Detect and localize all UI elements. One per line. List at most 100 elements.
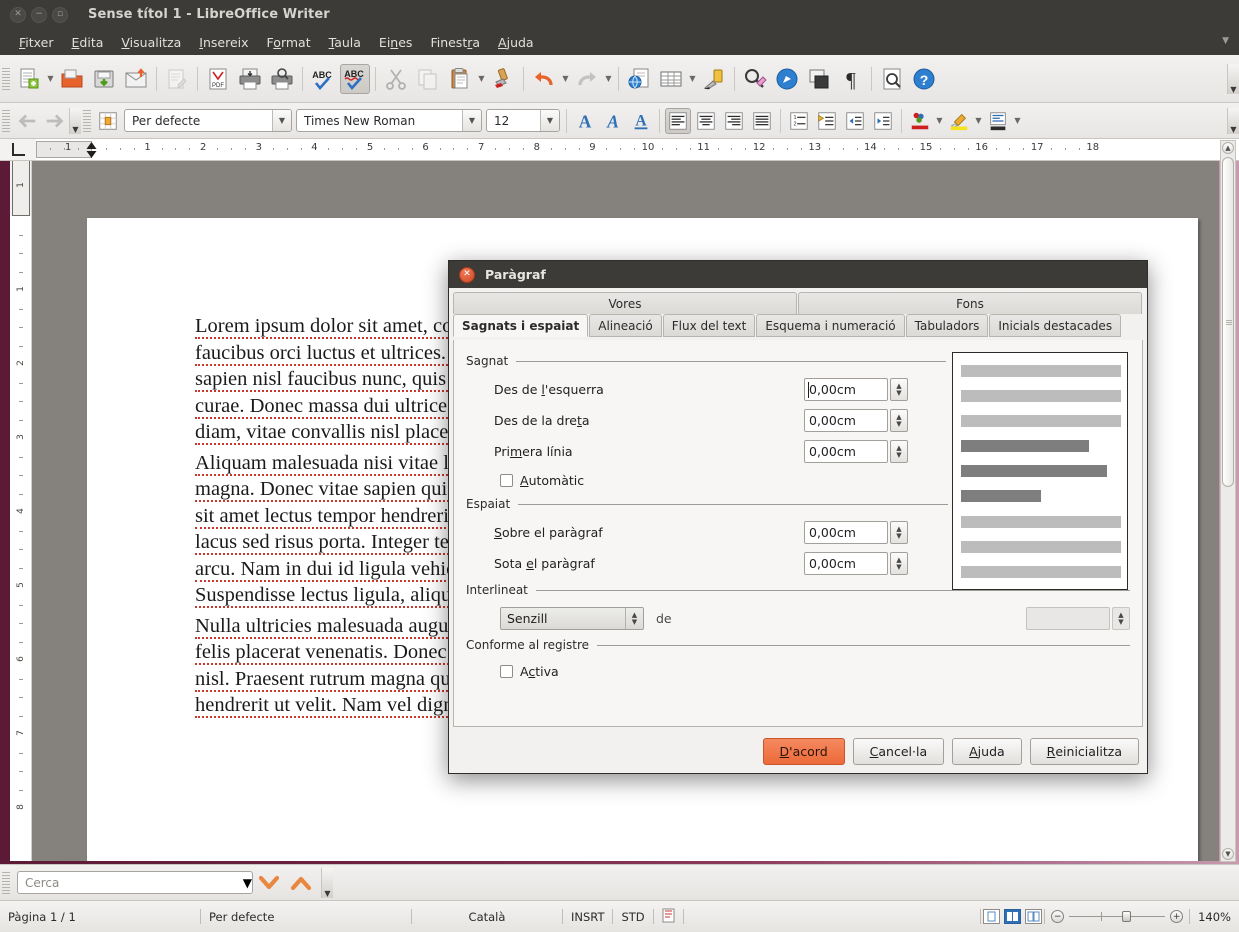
formatting-toolbar-overflow-icon[interactable]: ▼ (1227, 107, 1239, 134)
bold-icon[interactable]: A (572, 108, 598, 134)
undo-dropdown-icon[interactable]: ▼ (560, 64, 571, 94)
redo-icon[interactable] (572, 64, 602, 94)
indent-before-text-input[interactable]: 0,00cm (804, 378, 888, 401)
space-below-input[interactable]: 0,00cm (804, 552, 888, 575)
indent-after-text-stepper[interactable]: ▲ ▼ (890, 409, 908, 432)
menu-visualitza[interactable]: Visualitza (112, 32, 190, 53)
tab-sagnats-i-espaiat[interactable]: Sagnats i espaiat (453, 314, 589, 337)
maximize-icon[interactable]: ▫ (52, 6, 68, 23)
zoom-handle[interactable] (1121, 911, 1131, 922)
ok-button[interactable]: D'acord (762, 738, 845, 765)
cancel-button[interactable]: Cancel·la (852, 738, 945, 765)
align-justified-icon[interactable] (749, 108, 775, 134)
align-left-icon[interactable] (665, 107, 691, 134)
font-color-icon[interactable] (907, 108, 933, 134)
open-document-icon[interactable] (57, 64, 87, 94)
new-document-dropdown-icon[interactable]: ▼ (45, 64, 56, 94)
line-spacing-select[interactable]: Senzill ▲ ▼ (500, 607, 644, 630)
highlight-color-dropdown-icon[interactable]: ▼ (973, 108, 984, 134)
formatting-marks-icon[interactable]: ¶ (836, 64, 866, 94)
font-color-dropdown-icon[interactable]: ▼ (934, 108, 945, 134)
tab-esquema-i-numeracio[interactable]: Esquema i numeració (756, 314, 905, 337)
insert-chart-icon[interactable] (699, 64, 729, 94)
toolbar-grip[interactable] (83, 109, 91, 132)
spelling-check-icon[interactable]: ABC (308, 64, 338, 94)
status-zoom-level[interactable]: 140% (1190, 910, 1239, 924)
new-document-icon[interactable] (14, 64, 44, 94)
toolbar-grip[interactable] (2, 871, 10, 894)
decrease-indent-icon[interactable] (842, 108, 868, 134)
status-page[interactable]: Pàgina 1 / 1 (0, 910, 200, 924)
zoom-slider[interactable]: − + (1051, 910, 1184, 923)
paragraph-style-combo[interactable]: Per defecte ▼ (124, 109, 292, 132)
search-input[interactable]: Cerca ▼ (17, 871, 253, 894)
search-history-dropdown-icon[interactable]: ▼ (243, 876, 252, 890)
automatic-indent-checkbox[interactable] (500, 473, 513, 487)
font-size-combo[interactable]: 12 ▼ (486, 109, 560, 132)
status-insert-mode[interactable]: INSRT (563, 910, 612, 924)
align-right-icon[interactable] (721, 108, 747, 134)
export-pdf-icon[interactable]: PDF (203, 64, 233, 94)
find-next-button[interactable] (255, 869, 283, 897)
tab-alineacio[interactable]: Alineació (589, 314, 662, 337)
space-below-stepper[interactable]: ▲ ▼ (890, 552, 908, 575)
save-document-icon[interactable] (89, 64, 119, 94)
scroll-down-icon[interactable]: ▼ (1222, 848, 1234, 860)
help-button[interactable]: Ajuda (952, 738, 1022, 765)
register-true-activate-row[interactable]: Activa (466, 658, 1130, 684)
vertical-scrollbar[interactable]: ▲ ▼ (1220, 140, 1236, 862)
status-language[interactable]: Català (412, 910, 562, 924)
menu-eines[interactable]: Eines (370, 32, 422, 53)
scroll-up-icon[interactable]: ▲ (1222, 142, 1234, 154)
font-name-dropdown-icon[interactable]: ▼ (462, 110, 481, 131)
redo-dropdown-icon[interactable]: ▼ (603, 64, 614, 94)
book-view-icon[interactable] (1025, 909, 1043, 924)
align-center-icon[interactable] (693, 108, 719, 134)
print-icon[interactable] (235, 64, 265, 94)
ordered-list-icon[interactable]: 1 2 (786, 108, 812, 134)
paragraph-background-icon[interactable] (985, 108, 1011, 134)
insert-table-icon[interactable] (656, 64, 686, 94)
autospellcheck-icon[interactable]: ABC (340, 63, 370, 94)
space-above-stepper[interactable]: ▲ ▼ (890, 521, 908, 544)
menu-finestra[interactable]: Finestra (421, 32, 489, 53)
insert-hyperlink-icon[interactable] (624, 64, 654, 94)
forward-icon[interactable] (42, 108, 68, 134)
highlight-color-icon[interactable] (946, 108, 972, 134)
dialog-close-icon[interactable]: ✕ (459, 266, 475, 283)
paragraph-dialog[interactable]: ✕ Paràgraf Vores Fons Sagnats i espaiat … (448, 260, 1148, 774)
apply-style-icon[interactable] (95, 108, 121, 134)
zoom-icon[interactable] (877, 64, 907, 94)
find-replace-icon[interactable] (740, 64, 770, 94)
zoom-track[interactable] (1069, 911, 1166, 922)
reset-button[interactable]: Reinicialitza (1029, 738, 1139, 765)
navigator-icon[interactable] (772, 64, 802, 94)
multi-page-view-icon[interactable] (1004, 909, 1022, 924)
navigation-overflow-icon[interactable]: ▼ (69, 107, 81, 134)
menu-edita[interactable]: Edita (63, 32, 113, 53)
indent-first-line-input[interactable]: 0,00cm (804, 440, 888, 463)
back-icon[interactable] (14, 108, 40, 134)
menu-overflow-icon[interactable]: ▼ (1222, 36, 1229, 46)
standard-toolbar-overflow-icon[interactable]: ▼ (1227, 63, 1239, 94)
minimize-icon[interactable]: − (31, 6, 47, 23)
indent-after-text-input[interactable]: 0,00cm (804, 409, 888, 432)
line-spacing-stepper-icon[interactable]: ▲ ▼ (625, 608, 643, 629)
paste-icon[interactable] (445, 64, 475, 94)
indent-before-text-stepper[interactable]: ▲ ▼ (890, 378, 908, 401)
increase-indent-icon[interactable] (870, 108, 896, 134)
paragraph-style-dropdown-icon[interactable]: ▼ (272, 110, 291, 131)
status-unsaved-changes-icon[interactable] (654, 908, 683, 926)
menu-taula[interactable]: Taula (320, 32, 370, 53)
tab-flux-del-text[interactable]: Flux del text (662, 314, 756, 337)
font-size-dropdown-icon[interactable]: ▼ (540, 110, 559, 131)
toolbar-grip[interactable] (2, 67, 10, 90)
tab-stop-selector[interactable] (0, 139, 36, 160)
print-preview-icon[interactable] (267, 64, 297, 94)
paragraph-background-dropdown-icon[interactable]: ▼ (1012, 108, 1023, 134)
indent-first-line-stepper[interactable]: ▲ ▼ (890, 440, 908, 463)
horizontal-ruler[interactable]: 1 2 3 4 5 6 7 8 9 10 11 12 13 14 15 16 17 18 1 (0, 139, 1239, 161)
edit-mode-icon[interactable] (162, 64, 192, 94)
space-above-input[interactable]: 0,00cm (804, 521, 888, 544)
tab-vores[interactable]: Vores (453, 292, 797, 314)
